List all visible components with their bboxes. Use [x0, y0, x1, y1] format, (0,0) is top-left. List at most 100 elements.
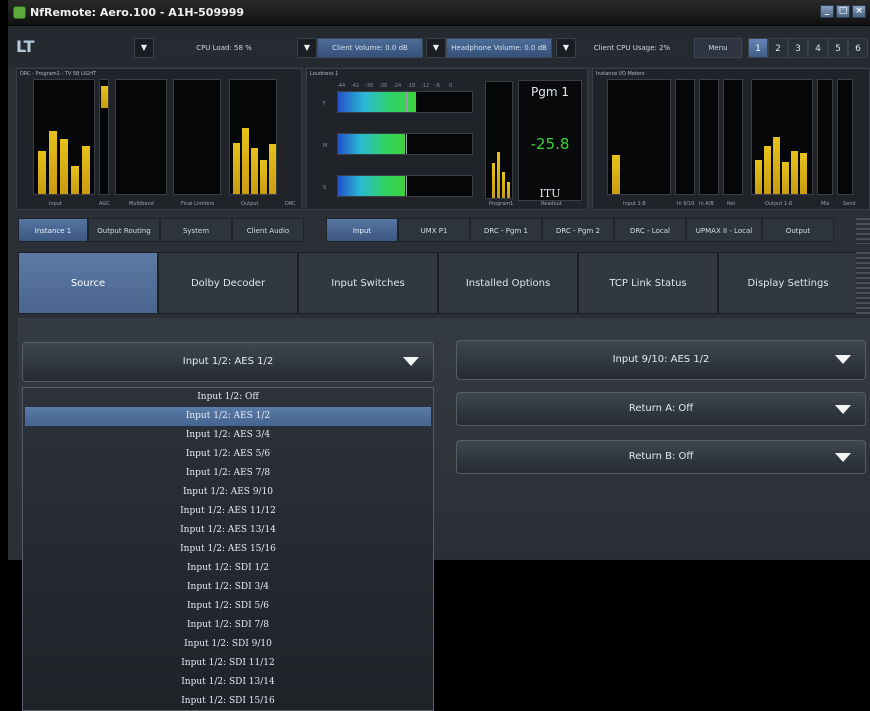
loudness-scale-label: -36 — [365, 83, 374, 89]
title-bar[interactable]: NfRemote: Aero.100 - A1H-509999 _ □ × — [8, 0, 870, 26]
tab-input-switches[interactable]: Input Switches — [298, 252, 438, 314]
list-item[interactable]: Input 1/2: SDI 3/4 — [23, 578, 433, 597]
tab-drc-local[interactable]: DRC - Local — [614, 218, 686, 242]
io-input-meter — [607, 79, 671, 195]
loudness-bar-f — [337, 91, 473, 113]
list-item[interactable]: Input 1/2: Off — [23, 388, 433, 407]
level-bar — [60, 139, 68, 194]
meter-label: Input 1-8 — [623, 201, 646, 207]
level-bar — [233, 142, 240, 194]
page-button-5[interactable]: 5 — [828, 38, 848, 58]
tab-dolby-decoder[interactable]: Dolby Decoder — [158, 252, 298, 314]
list-item[interactable]: Input 1/2: AES 5/6 — [23, 445, 433, 464]
list-item[interactable]: Input 1/2: SDI 1/2 — [23, 559, 433, 578]
loudness-scale-label: -42 — [351, 83, 360, 89]
tab-upmax-local[interactable]: UPMAX II - Local — [686, 218, 762, 242]
loudness-scale-label: -24 — [393, 83, 402, 89]
meter-label: DRC — [285, 201, 296, 207]
page-button-6[interactable]: 6 — [848, 38, 868, 58]
tab-drc-pgm-2[interactable]: DRC - Pgm 2 — [542, 218, 614, 242]
list-item[interactable]: Input 1/2: AES 15/16 — [23, 540, 433, 559]
instance-tabs: Instance 1 Output Routing System Client … — [18, 218, 304, 244]
list-item[interactable]: Input 1/2: SDI 9/10 — [23, 635, 433, 654]
tab-umx-p1[interactable]: UMX P1 — [398, 218, 470, 242]
cpu-load-dropdown-arrow[interactable]: ▼ — [134, 38, 154, 58]
io-mix-meter — [817, 79, 833, 195]
loudness-scale-label: -30 — [379, 83, 388, 89]
list-item[interactable]: Input 1/2: SDI 5/6 — [23, 597, 433, 616]
page-button-1[interactable]: 1 — [748, 38, 768, 58]
loudness-scale-label: -18 — [407, 83, 416, 89]
page-button-4[interactable]: 4 — [808, 38, 828, 58]
tab-source[interactable]: Source — [18, 252, 158, 314]
drc-meter-panel: DRC - Program1 - TV 5B LIGHT Input AGC M… — [16, 68, 302, 210]
minimize-button[interactable]: _ — [820, 5, 834, 18]
window-title: NfRemote: Aero.100 - A1H-509999 — [30, 6, 245, 19]
toolbar: LT ▼ CPU Load: 58 % ▼ Client Volume: 0.0… — [8, 27, 870, 67]
tab-output[interactable]: Output — [762, 218, 834, 242]
agc-bar — [101, 86, 108, 108]
instance-io-meter-panel: Instance I/O Meters Input 1-8 In 9/10 In… — [592, 68, 870, 210]
list-item[interactable]: Input 1/2: AES 9/10 — [23, 483, 433, 502]
meter-label: Send — [843, 201, 856, 207]
client-volume-field[interactable]: Client Volume: 0.0 dB — [317, 38, 423, 58]
page-button-2[interactable]: 2 — [768, 38, 788, 58]
io-ret-meter — [723, 79, 743, 195]
input-1-2-dropdown[interactable]: Input 1/2: AES 1/2 — [22, 342, 434, 382]
loudness-panel-title: Loudness 1 — [310, 71, 339, 77]
list-item[interactable]: Input 1/2: SDI 13/14 — [23, 673, 433, 692]
drc-output-meter — [229, 79, 277, 195]
drc-panel-title: DRC - Program1 - TV 5B LIGHT — [20, 71, 97, 77]
list-item[interactable]: Input 1/2: AES 13/14 — [23, 521, 433, 540]
page-button-3[interactable]: 3 — [788, 38, 808, 58]
list-item[interactable]: Input 1/2: SDI 11/12 — [23, 654, 433, 673]
return-b-value: Return B: Off — [628, 451, 694, 462]
io-output-meter — [751, 79, 813, 195]
list-item[interactable]: Input 1/2: AES 11/12 — [23, 502, 433, 521]
drc-agc-meter — [99, 79, 109, 195]
list-item[interactable]: Input 1/2: AES 7/8 — [23, 464, 433, 483]
maximize-button[interactable]: □ — [836, 5, 850, 18]
loudness-scale-label: -6 — [435, 83, 440, 89]
input-9-10-dropdown[interactable]: Input 9/10: AES 1/2 — [456, 340, 866, 380]
loudness-scale-label: 0 — [449, 83, 453, 89]
logo: LT — [16, 37, 35, 56]
meter-label: Output — [241, 201, 259, 207]
tab-display-settings[interactable]: Display Settings — [718, 252, 858, 314]
level-bar — [251, 148, 258, 194]
instance-panel-title: Instance I/O Meters — [596, 71, 645, 77]
return-b-dropdown[interactable]: Return B: Off — [456, 440, 866, 474]
client-cpu-dropdown-arrow[interactable]: ▼ — [556, 38, 576, 58]
client-volume-dropdown-arrow[interactable]: ▼ — [297, 38, 317, 58]
tab-scroll-handle[interactable] — [856, 218, 870, 244]
meter-label: Mix — [821, 201, 830, 207]
return-a-value: Return A: Off — [628, 403, 694, 414]
menu-button[interactable]: Menu — [694, 38, 742, 58]
loudness-row-label: F — [323, 101, 326, 107]
level-bar — [260, 159, 267, 194]
list-item[interactable]: Input 1/2: SDI 15/16 — [23, 692, 433, 711]
input-1-2-value: Input 1/2: AES 1/2 — [182, 356, 274, 367]
level-bar — [82, 146, 90, 194]
headphone-volume-field[interactable]: Headphone Volume: 0.0 dB — [446, 38, 552, 58]
tab-input[interactable]: Input — [326, 218, 398, 242]
section-scroll-handle[interactable] — [856, 252, 870, 314]
loudness-standard: ITU — [539, 187, 561, 200]
tab-tcp-link-status[interactable]: TCP Link Status — [578, 252, 718, 314]
tab-instance-1[interactable]: Instance 1 — [18, 218, 88, 242]
list-item[interactable]: Input 1/2: SDI 7/8 — [23, 616, 433, 635]
tab-installed-options[interactable]: Installed Options — [438, 252, 578, 314]
window-controls: _ □ × — [820, 5, 866, 18]
list-item[interactable]: Input 1/2: AES 3/4 — [23, 426, 433, 445]
chevron-down-icon — [835, 355, 851, 364]
headphone-volume-dropdown-arrow[interactable]: ▼ — [426, 38, 446, 58]
tab-drc-pgm-1[interactable]: DRC - Pgm 1 — [470, 218, 542, 242]
chevron-down-icon — [835, 405, 851, 414]
return-a-dropdown[interactable]: Return A: Off — [456, 392, 866, 426]
tab-client-audio[interactable]: Client Audio — [232, 218, 304, 242]
client-cpu-readout: Client CPU Usage: 2% — [576, 38, 688, 58]
tab-output-routing[interactable]: Output Routing — [88, 218, 160, 242]
list-item-selected[interactable]: Input 1/2: AES 1/2 — [25, 407, 431, 426]
tab-system[interactable]: System — [160, 218, 232, 242]
close-button[interactable]: × — [852, 5, 866, 18]
